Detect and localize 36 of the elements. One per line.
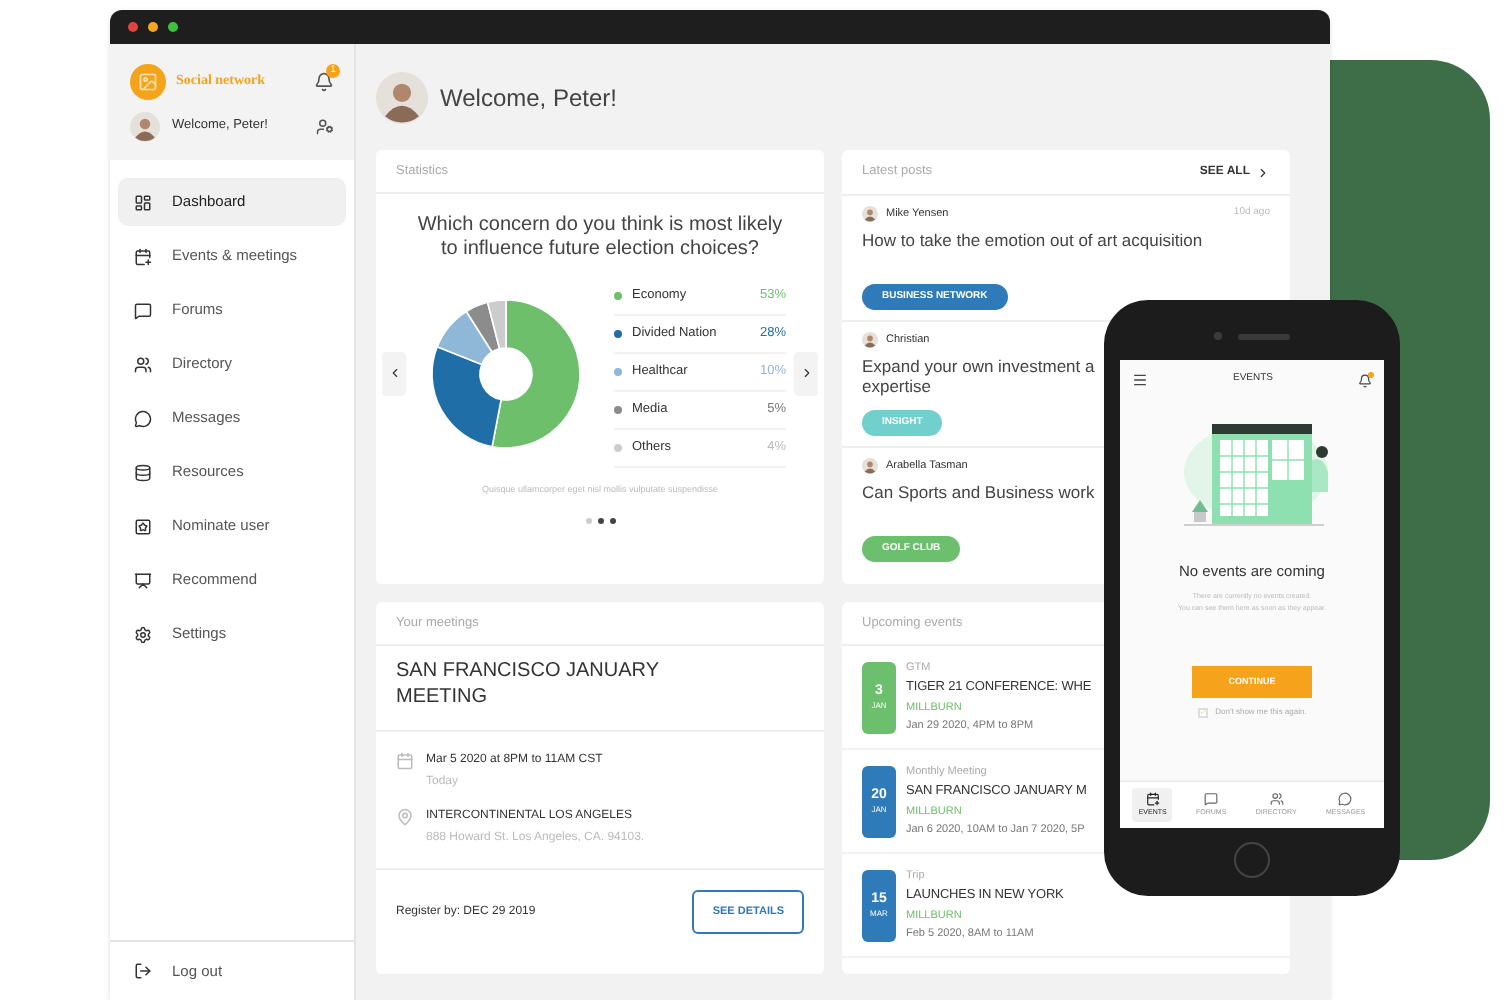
author-avatar	[862, 206, 878, 223]
calendar-icon	[134, 247, 152, 265]
users-icon	[134, 355, 152, 373]
star-icon	[134, 517, 152, 535]
menu-icon[interactable]	[1132, 372, 1148, 388]
database-icon	[134, 463, 152, 481]
page-greeting: Welcome, Peter!	[440, 81, 617, 115]
user-settings-icon[interactable]	[316, 117, 334, 135]
bell-icon[interactable]	[314, 71, 334, 91]
speech-bubble-icon	[134, 409, 152, 427]
poll-question: Which concern do you think is most likely to influence future election choices?	[415, 212, 785, 262]
calendar-icon	[396, 752, 414, 770]
meeting-title: SAN FRANCISCO JANUARY MEETING	[396, 658, 661, 710]
user-avatar	[130, 111, 160, 141]
post-title: Expand your own investment a expertise	[862, 356, 1095, 397]
logo-icon	[130, 63, 166, 99]
post-title: Can Sports and Business work	[862, 482, 1095, 503]
chevron-right-icon	[1256, 165, 1270, 179]
user-avatar	[376, 71, 428, 123]
settings-icon	[134, 625, 152, 643]
presentation-icon	[134, 571, 152, 589]
location-icon	[396, 808, 414, 826]
author-avatar	[862, 332, 878, 349]
chevron-left-icon	[387, 366, 401, 380]
chat-icon	[1204, 791, 1219, 806]
chevron-right-icon	[799, 366, 813, 380]
users-icon	[1269, 791, 1284, 806]
logout-icon	[134, 962, 152, 980]
speech-bubble-icon	[1338, 791, 1353, 806]
checkbox[interactable]	[1197, 707, 1208, 718]
dashboard-icon	[134, 193, 152, 211]
chat-icon	[134, 301, 152, 319]
bell-icon[interactable]	[1357, 373, 1372, 387]
calendar-icon	[1145, 791, 1160, 806]
author-avatar	[862, 458, 878, 475]
post-title: How to take the emotion out of art acquisition	[862, 230, 1203, 251]
